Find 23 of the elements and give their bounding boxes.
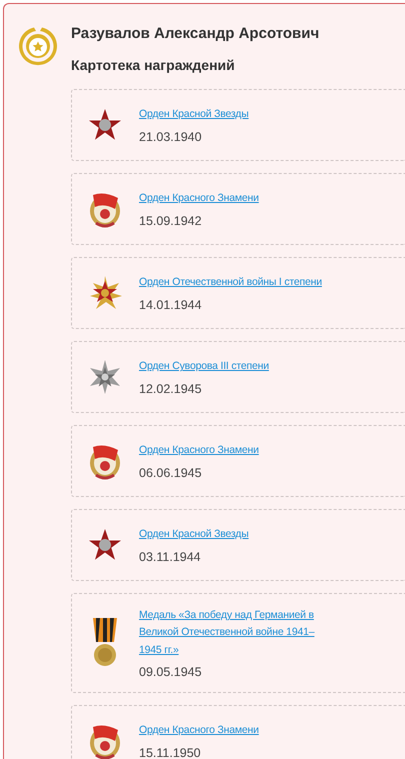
award-link[interactable]: Орден Красного Знамени <box>139 722 259 740</box>
award-date: 03.11.1944 <box>139 550 202 564</box>
award-date: 06.06.1945 <box>139 466 203 480</box>
award-date: 14.01.1944 <box>139 298 203 312</box>
person-name: Разувалов Александр Арсотович <box>71 25 320 42</box>
award-date: 09.05.1945 <box>139 664 203 679</box>
award-link[interactable]: Орден Красного Знамени <box>139 190 259 208</box>
award-date: 21.03.1940 <box>139 130 203 144</box>
star-order-icon <box>88 528 122 562</box>
award-link[interactable]: Медаль «За победу над Германией в Великой Отечественной войне 1941–1945 гг.» <box>139 607 334 659</box>
pointed-star-order-icon <box>88 360 122 394</box>
award-date: 12.02.1945 <box>139 382 203 396</box>
award-link[interactable]: Орден Красной Звезды <box>139 526 249 544</box>
patriotic-war-order-icon <box>88 276 122 310</box>
award-date: 15.11.1950 <box>139 746 202 759</box>
section-title: Картотека награждений <box>71 57 236 73</box>
award-link[interactable]: Орден Суворова III степени <box>139 358 269 376</box>
award-link[interactable]: Орден Красной Звезды <box>139 106 249 124</box>
award-date: 15.09.1942 <box>139 214 203 228</box>
star-badge-icon <box>17 25 59 67</box>
award-link[interactable]: Орден Красного Знамени <box>139 442 259 460</box>
star-order-icon <box>88 108 122 142</box>
award-link[interactable]: Орден Отечественной войны I степени <box>139 274 322 292</box>
